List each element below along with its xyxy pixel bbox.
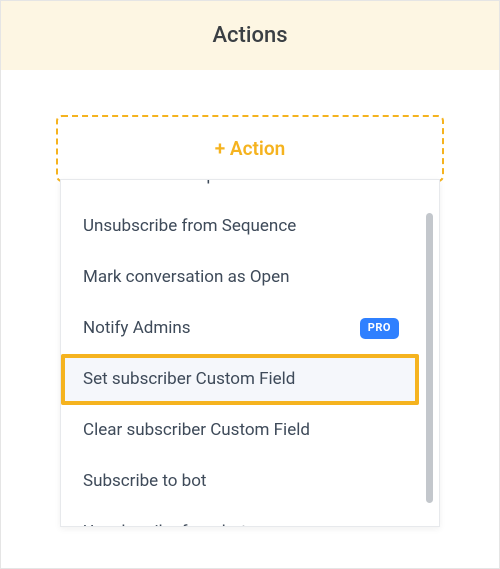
action-item-set-custom-field[interactable]: Set subscriber Custom Field: [61, 354, 419, 405]
add-action-label: + Action: [215, 137, 285, 160]
panel-body: + Action Subscribe to Sequence Unsubscri…: [1, 70, 499, 568]
action-item-label: Mark conversation as Open: [83, 266, 399, 289]
action-item-mark-open[interactable]: Mark conversation as Open: [61, 252, 419, 303]
scrollbar[interactable]: [426, 188, 433, 518]
action-item-label: Set subscriber Custom Field: [83, 368, 399, 391]
scrollbar-thumb[interactable]: [426, 213, 433, 503]
pro-badge: PRO: [360, 318, 399, 339]
action-item-label: Clear subscriber Custom Field: [83, 419, 399, 442]
action-item-label: Subscribe to bot: [83, 470, 399, 493]
action-item-notify-admins[interactable]: Notify Admins PRO: [61, 303, 419, 354]
action-item-label: Notify Admins: [83, 317, 360, 340]
action-item-subscribe-bot[interactable]: Subscribe to bot: [61, 456, 419, 507]
action-item-label: Unsubscribe from bot: [83, 521, 399, 527]
action-dropdown: Subscribe to Sequence Unsubscribe from S…: [60, 179, 440, 527]
add-action-button[interactable]: + Action: [56, 115, 444, 182]
actions-panel: Actions + Action Subscribe to Sequence U…: [0, 0, 500, 569]
panel-header: Actions: [1, 1, 499, 70]
action-item-unsubscribe-bot[interactable]: Unsubscribe from bot: [61, 507, 419, 527]
panel-title: Actions: [212, 23, 287, 48]
action-item-unsubscribe-sequence[interactable]: Unsubscribe from Sequence: [61, 201, 419, 252]
action-item-subscribe-sequence[interactable]: Subscribe to Sequence: [61, 179, 419, 201]
action-list: Subscribe to Sequence Unsubscribe from S…: [61, 179, 439, 527]
action-item-clear-custom-field[interactable]: Clear subscriber Custom Field: [61, 405, 419, 456]
action-item-label: Subscribe to Sequence: [83, 179, 399, 187]
action-item-label: Unsubscribe from Sequence: [83, 215, 399, 238]
